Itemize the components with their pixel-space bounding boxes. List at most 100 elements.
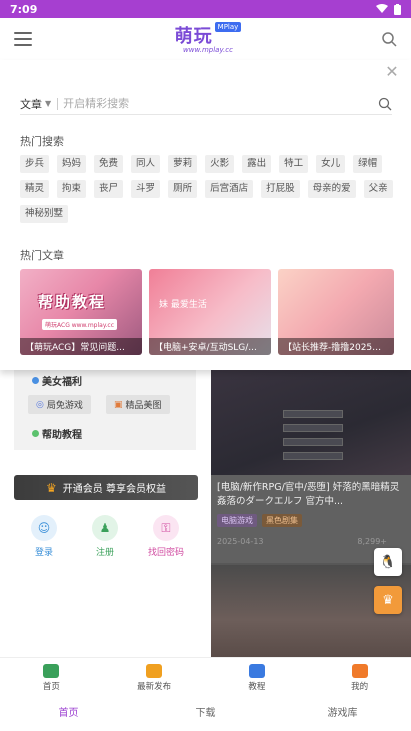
post-thumbnail[interactable] <box>211 370 411 475</box>
hot-tag[interactable]: 露出 <box>242 155 272 173</box>
vip-label: 开通会员 尊享会员权益 <box>62 484 166 495</box>
search-submit-icon[interactable] <box>378 97 392 111</box>
hot-tag[interactable]: 绿帽 <box>353 155 383 173</box>
hot-tag[interactable]: 精灵 <box>20 180 50 198</box>
user-icon: ☺ <box>31 515 57 541</box>
nav-home-label: 首页 <box>42 681 60 692</box>
hot-tag[interactable]: 神秘别墅 <box>20 205 69 223</box>
hot-tag[interactable]: 后宫酒店 <box>205 180 254 198</box>
gallery-button[interactable]: ▣ 精品美图 <box>106 395 170 414</box>
menu-help[interactable]: 帮助教程 <box>32 426 82 441</box>
status-icons <box>376 3 401 15</box>
gallery-label: 精品美图 <box>125 401 162 411</box>
article-card[interactable]: 妹 最爱生活 【电脑+安卓/互动SLG/... <box>149 269 271 355</box>
logo-badge: MPlay <box>214 22 242 32</box>
chevron-down-icon[interactable]: ▼ <box>45 99 51 108</box>
search-input[interactable] <box>63 97 378 110</box>
hot-tag[interactable]: 父亲 <box>363 180 393 198</box>
hot-search-title: 热门搜索 <box>20 135 64 148</box>
bottom-nav: 首页 最新发布 教程 我的 <box>0 657 411 697</box>
card-mini-label: 萌玩ACG www.mplay.cc <box>42 319 118 330</box>
hot-tag[interactable]: 丧尸 <box>94 180 124 198</box>
menu-benefit[interactable]: 美女福利 <box>32 373 82 388</box>
hot-tag[interactable]: 妈妈 <box>57 155 87 173</box>
hot-search-tags: 步兵 妈妈 免费 同人 萝莉 火影 露出 特工 女儿 绿帽 精灵 拘束 丧尸 斗… <box>20 155 400 223</box>
post-title: [电脑/新作RPG/官中/恶堕] 奸落的黑暗精灵 姦落のダークエルフ 官方中..… <box>217 482 400 507</box>
article-caption: 【电脑+安卓/互动SLG/... <box>149 338 271 355</box>
help-icon <box>32 430 39 437</box>
post-tags: 电脑游戏 黑色剧集 <box>217 514 405 527</box>
card-art-text: 帮助教程 <box>38 293 107 311</box>
article-card[interactable]: 帮助教程 萌玩ACG www.mplay.cc 【萌玩ACG】常见问题... <box>20 269 142 355</box>
hot-tag[interactable]: 拘束 <box>57 180 87 198</box>
battery-icon <box>394 3 401 15</box>
qq-icon[interactable]: 🐧 <box>374 548 402 576</box>
hot-articles: 帮助教程 萌玩ACG www.mplay.cc 【萌玩ACG】常见问题... 妹… <box>20 269 394 355</box>
hot-articles-title: 热门文章 <box>20 249 64 262</box>
hot-tag[interactable]: 母亲的爱 <box>307 180 356 198</box>
close-icon[interactable]: ✕ <box>385 64 399 80</box>
register-label: 注册 <box>95 548 114 558</box>
hot-tag[interactable]: 同人 <box>131 155 161 173</box>
nav-home[interactable]: 首页 <box>0 658 103 697</box>
game-icon: ◎ <box>36 399 44 410</box>
bell-icon <box>351 663 368 678</box>
logo-url: www.mplay.cc <box>183 46 233 54</box>
post-date: 2025-04-13 <box>217 537 264 546</box>
post-tag[interactable]: 黑色剧集 <box>262 514 302 527</box>
hot-tag[interactable]: 斗罗 <box>131 180 161 198</box>
grid-icon <box>32 377 39 384</box>
free-games-button[interactable]: ◎ 局免游戏 <box>28 395 91 414</box>
divider <box>57 97 59 110</box>
home-icon <box>43 663 60 678</box>
nav-latest-label: 最新发布 <box>137 681 172 692</box>
tab-game-library[interactable]: 游戏库 <box>274 697 411 731</box>
tab-bar: 首页 下载 游戏库 <box>0 697 411 731</box>
tab-download[interactable]: 下载 <box>137 697 274 731</box>
article-caption: 【萌玩ACG】常见问题... <box>20 338 142 355</box>
hot-tag[interactable]: 厕所 <box>168 180 198 198</box>
hot-tag[interactable]: 火影 <box>205 155 235 173</box>
nav-tutorial-label: 教程 <box>248 681 266 692</box>
search-bar: 文章 ▼ <box>20 93 392 115</box>
register-button[interactable]: ♟ 注册 <box>80 515 130 558</box>
card-art-text: 妹 最爱生活 <box>159 300 207 310</box>
search-panel: ✕ 文章 ▼ 热门搜索 步兵 妈妈 免费 同人 萝莉 火影 露出 特工 女儿 绿… <box>0 60 411 370</box>
post-meta: 2025-04-13 8,299+ <box>217 537 405 546</box>
hot-tag[interactable]: 免费 <box>94 155 124 173</box>
article-card[interactable]: 【站长推荐-撸撸2025已... <box>278 269 394 355</box>
nav-mine-label: 我的 <box>351 681 369 692</box>
search-icon[interactable] <box>381 31 397 47</box>
lock-icon: ⚿ <box>153 515 179 541</box>
hot-tag[interactable]: 特工 <box>279 155 309 173</box>
status-time: 7:09 <box>10 2 38 16</box>
recover-password-button[interactable]: ⚿ 找回密码 <box>141 515 191 558</box>
logo-main: 萌玩 <box>174 26 213 47</box>
image-icon: ▣ <box>114 399 123 410</box>
add-user-icon: ♟ <box>92 515 118 541</box>
menu-icon[interactable] <box>14 32 32 46</box>
recover-label: 找回密码 <box>147 548 184 558</box>
wifi-icon <box>376 4 388 13</box>
vip-button[interactable]: ♛ 开通会员 尊享会员权益 <box>14 475 198 500</box>
hot-tag[interactable]: 萝莉 <box>168 155 198 173</box>
status-bar: 7:09 <box>0 0 411 18</box>
login-label: 登录 <box>34 548 53 558</box>
nav-tutorial[interactable]: 教程 <box>206 658 309 697</box>
hot-tag[interactable]: 女儿 <box>316 155 346 173</box>
hot-tag[interactable]: 打屁股 <box>261 180 300 198</box>
message-icon <box>146 663 163 678</box>
post-tag[interactable]: 电脑游戏 <box>217 514 257 527</box>
free-games-label: 局免游戏 <box>46 401 83 411</box>
nav-latest[interactable]: 最新发布 <box>103 658 206 697</box>
search-type-select[interactable]: 文章 <box>20 96 42 112</box>
crown-float-icon[interactable]: ♛ <box>374 586 402 614</box>
hot-tag[interactable]: 步兵 <box>20 155 50 173</box>
article-caption: 【站长推荐-撸撸2025已... <box>278 338 394 355</box>
side-drawer: 美女福利 ◎ 局免游戏 ▣ 精品美图 帮助教程 ♛ 开通会员 尊享会员权益 ☺ … <box>0 370 211 657</box>
login-button[interactable]: ☺ 登录 <box>19 515 69 558</box>
tab-home[interactable]: 首页 <box>0 697 137 731</box>
menu-help-label: 帮助教程 <box>42 430 82 441</box>
nav-mine[interactable]: 我的 <box>308 658 411 697</box>
site-logo[interactable]: 萌玩 MPlay www.mplay.cc <box>168 22 248 56</box>
